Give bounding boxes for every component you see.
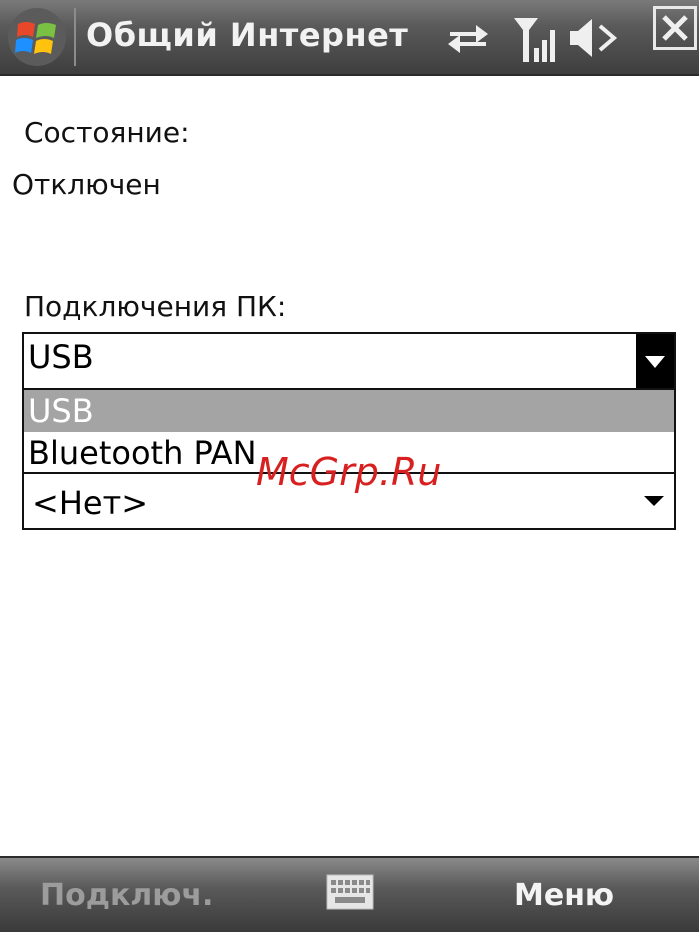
close-icon[interactable] xyxy=(653,6,697,50)
windows-flag-icon[interactable] xyxy=(4,6,70,68)
speaker-icon[interactable] xyxy=(568,16,620,64)
keyboard-icon[interactable] xyxy=(326,874,374,910)
network-selected-value: <Нет> xyxy=(32,484,149,522)
pc-connection-label: Подключения ПК: xyxy=(24,290,287,323)
title-bar: Общий Интернет xyxy=(0,0,699,76)
dropdown-button[interactable] xyxy=(636,334,674,388)
soft-key-bar: Подключ. Меню xyxy=(0,856,699,932)
status-label: Состояние: xyxy=(24,116,190,149)
menu-softkey[interactable]: Меню xyxy=(514,878,614,913)
pc-connection-select[interactable]: USB xyxy=(22,332,676,390)
screen: Общий Интернет Состояние: Отключен Подкл… xyxy=(0,0,699,932)
chevron-down-icon[interactable] xyxy=(642,492,666,512)
title-separator xyxy=(74,8,76,66)
status-value: Отключен xyxy=(12,168,161,201)
signal-strength-icon[interactable] xyxy=(512,14,560,68)
window-title: Общий Интернет xyxy=(86,16,409,54)
pc-connection-selected-value: USB xyxy=(28,338,94,376)
connect-softkey[interactable]: Подключ. xyxy=(40,878,213,913)
sync-arrows-icon[interactable] xyxy=(446,22,490,60)
option-usb[interactable]: USB xyxy=(24,390,674,432)
watermark: McGrp.Ru xyxy=(256,450,442,494)
